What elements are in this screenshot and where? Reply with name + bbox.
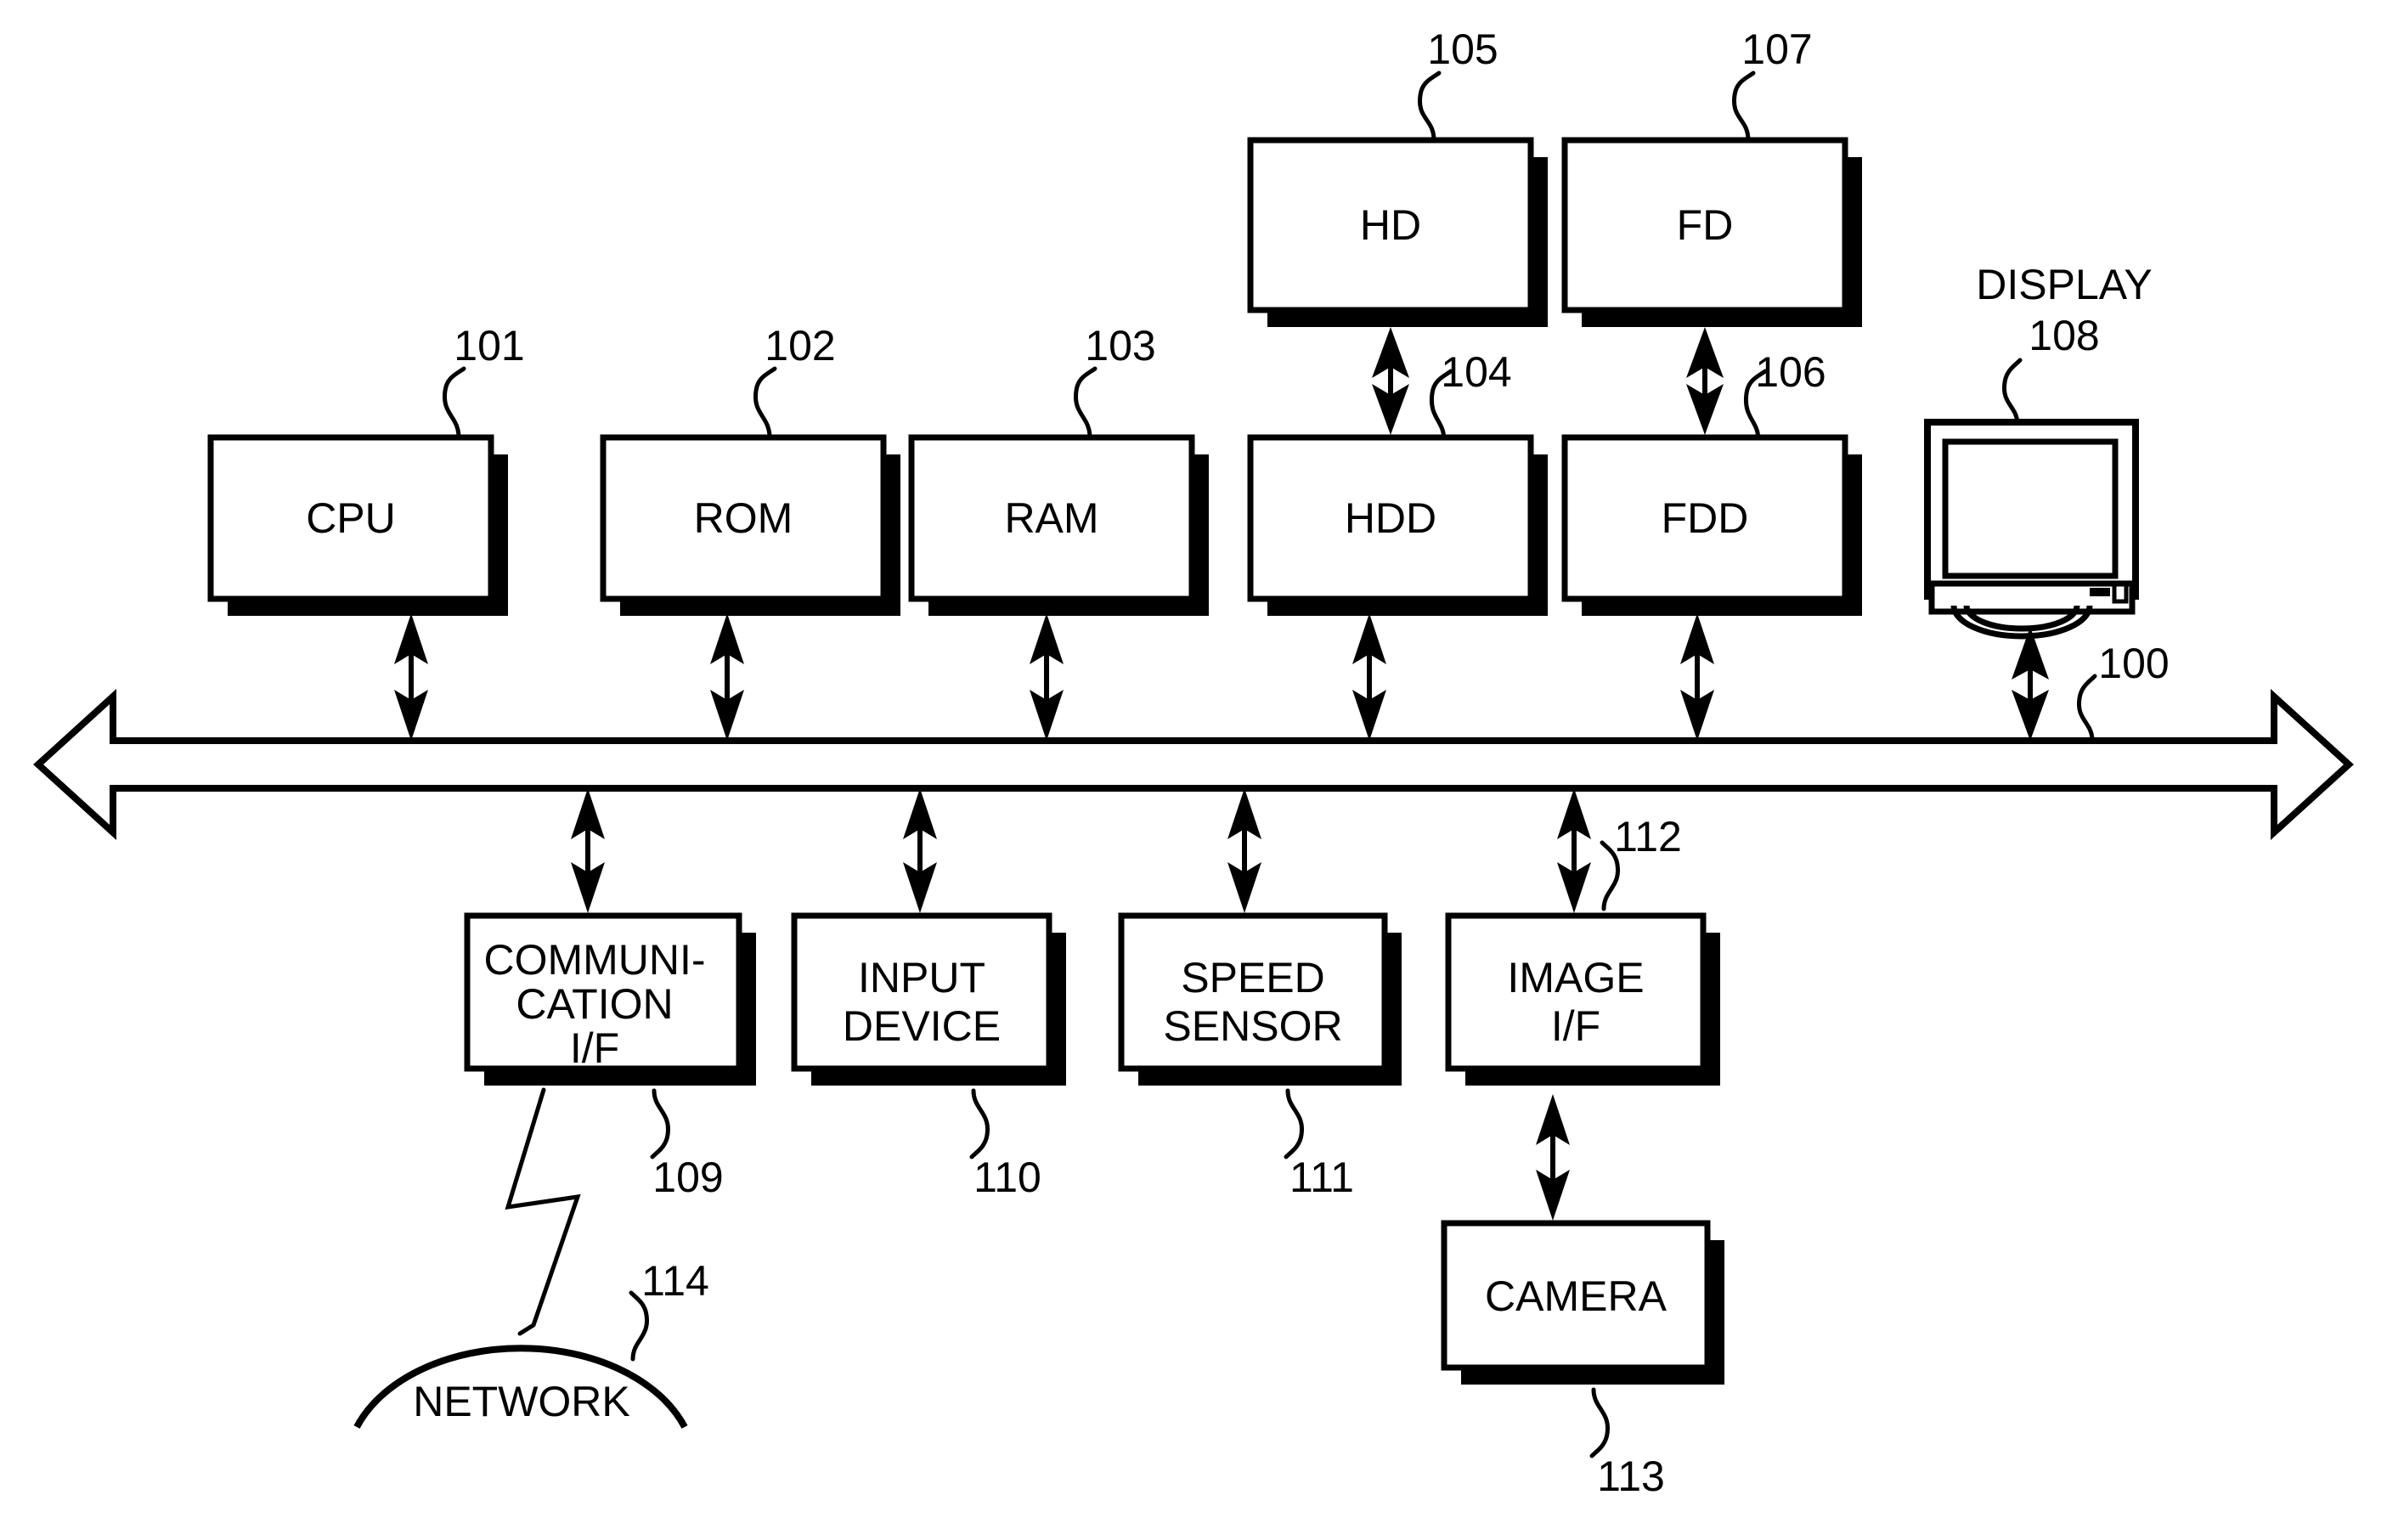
block-speed-label-line1: SPEED [1181, 954, 1325, 1001]
ref-109: 109 [650, 1088, 724, 1201]
ref-107-label: 107 [1741, 25, 1812, 73]
block-fdd-label: FDD [1662, 494, 1749, 542]
block-cpu-label: CPU [306, 494, 396, 542]
ref-111-label: 111 [1289, 1154, 1354, 1201]
ref-114: 114 [629, 1257, 709, 1362]
display-caption-line2: 108 [2029, 312, 2099, 359]
block-ram-label: RAM [1004, 494, 1098, 542]
arrow-ram-bus [1030, 613, 1064, 741]
ref-100-label: 100 [2098, 640, 2169, 687]
ref-114-label: 114 [641, 1257, 709, 1305]
ref-102-label: 102 [765, 322, 835, 369]
arrow-fdd-bus [1680, 613, 1714, 741]
lightning-link [505, 1087, 581, 1336]
ref-106-label: 106 [1755, 348, 1826, 396]
arrow-hdd-bus [1352, 613, 1386, 741]
arrow-bus-imgif [1557, 788, 1591, 913]
block-input-label-line2: DEVICE [843, 1002, 1001, 1050]
arrow-bus-input [903, 788, 937, 913]
ref-103: 103 [1073, 322, 1156, 440]
block-input-label-line1: INPUT [858, 954, 985, 1001]
display-monitor: DISPLAY 108 [1924, 261, 2153, 640]
network-label: NETWORK [413, 1378, 630, 1425]
ref-100: 100 [2076, 640, 2170, 743]
block-diagram-canvas: HD 105 FD 107 104 106 CPU 101 ROM 102 RA… [0, 0, 2387, 1540]
block-camera: CAMERA [1441, 1220, 1724, 1385]
ref-104-label: 104 [1441, 348, 1511, 396]
ref-113: 113 [1589, 1387, 1665, 1500]
ref-102: 102 [753, 322, 836, 440]
ref-101-label: 101 [454, 322, 524, 369]
block-speed-sensor: SPEED SENSOR [1118, 912, 1402, 1086]
monitor-base-strip [1928, 580, 2136, 615]
network-cloud: NETWORK [353, 1345, 688, 1429]
block-hdd-label: HDD [1345, 494, 1436, 542]
ref-103-label: 103 [1085, 322, 1155, 369]
display-caption-line1: DISPLAY [1976, 261, 2153, 308]
block-speed-label-line2: SENSOR [1163, 1002, 1342, 1050]
ref-104: 104 [1429, 348, 1512, 443]
block-camera-label: CAMERA [1485, 1272, 1668, 1320]
monitor-screen [1942, 438, 2119, 579]
block-rom: ROM [600, 434, 900, 616]
ref-111: 111 [1284, 1088, 1354, 1201]
monitor-indicator [2090, 588, 2110, 596]
ref-112-label: 112 [1614, 813, 1682, 860]
block-comm-label-line1: COMMUNI- [483, 936, 705, 984]
arrow-hd-hdd [1372, 327, 1409, 435]
block-comm-label-line3: I/F [570, 1024, 619, 1072]
monitor-button [2112, 582, 2129, 604]
block-hdd: HDD [1247, 434, 1548, 616]
arrow-display-bus [2012, 627, 2049, 741]
arrow-imgif-camera [1536, 1094, 1570, 1221]
ref-107: 107 [1731, 25, 1813, 143]
system-bus [33, 688, 2354, 841]
arrow-fd-fdd [1686, 327, 1724, 435]
block-ram: RAM [908, 434, 1209, 616]
block-imgif-label-line2: I/F [1551, 1002, 1600, 1050]
ref-105: 105 [1417, 25, 1498, 143]
ref-106: 106 [1743, 348, 1826, 443]
arrow-bus-speed [1227, 788, 1261, 913]
arrow-bus-comm [571, 788, 605, 913]
ref-109-label: 109 [652, 1154, 723, 1201]
block-hd: HD [1247, 137, 1548, 327]
block-rom-label: ROM [694, 494, 793, 542]
ref-112: 112 [1600, 813, 1682, 911]
block-hd-label: HD [1360, 201, 1421, 249]
block-communication-if: COMMUNI- CATION I/F [464, 912, 756, 1086]
block-cpu: CPU [207, 434, 508, 616]
block-fd: FD [1561, 137, 1862, 327]
block-input-device: INPUT DEVICE [791, 912, 1066, 1086]
ref-110-label: 110 [973, 1154, 1041, 1201]
block-comm-label-line2: CATION [516, 980, 673, 1028]
block-imgif-label-line1: IMAGE [1507, 954, 1644, 1001]
ref-101: 101 [442, 322, 525, 440]
ref-110: 110 [969, 1088, 1041, 1201]
ref-105-label: 105 [1427, 25, 1498, 73]
block-fd-label: FD [1677, 201, 1734, 249]
block-fdd: FDD [1561, 434, 1862, 616]
ref-113-label: 113 [1597, 1453, 1665, 1500]
block-image-if: IMAGE I/F [1445, 912, 1720, 1086]
arrow-cpu-bus [394, 613, 428, 741]
arrow-rom-bus [710, 613, 744, 741]
